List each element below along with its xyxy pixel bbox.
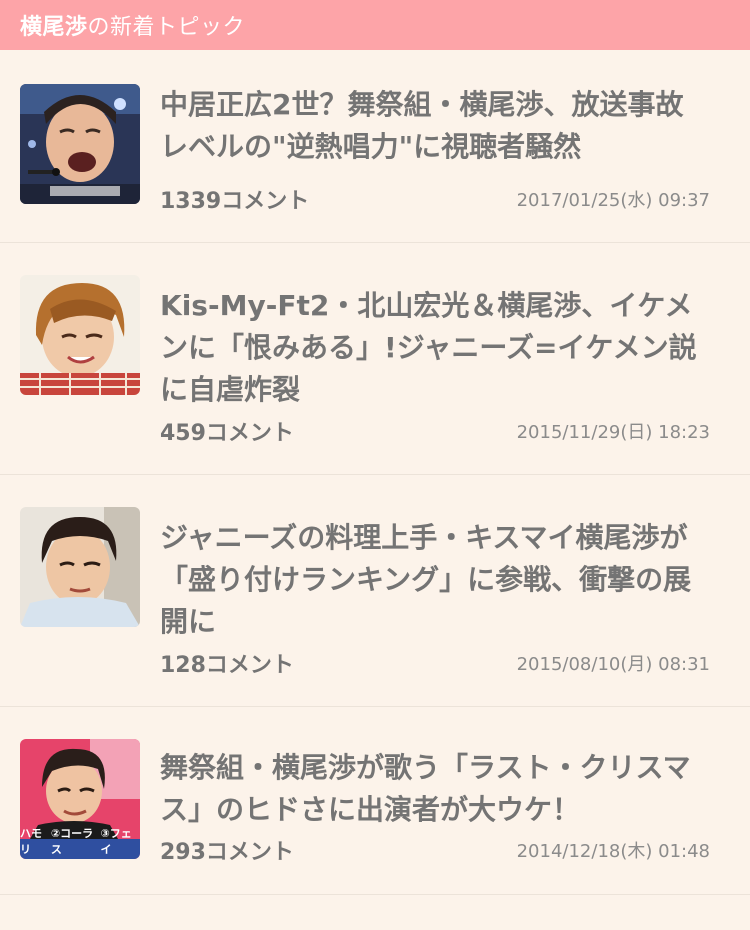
topic-item[interactable]: ジャニーズの料理上手・キスマイ横尾渉が「盛り付けランキング」に参戦、衝撃の展開に… xyxy=(0,475,750,707)
topic-title[interactable]: ジャニーズの料理上手・キスマイ横尾渉が「盛り付けランキング」に参戦、衝撃の展開に xyxy=(160,517,710,643)
thumbnail-caption-part: ③フェイ xyxy=(100,827,132,856)
topic-list: 中居正広2世？舞祭組・横尾渉、放送事故レベルの"逆熱唱力"に視聴者騒然 1339… xyxy=(0,50,750,895)
post-date: 2014/12/18(木) 01:48 xyxy=(516,841,710,862)
header-title: の新着トピック xyxy=(87,15,246,40)
post-date: 2015/08/10(月) 08:31 xyxy=(516,654,710,675)
topic-thumbnail[interactable] xyxy=(20,275,140,395)
topic-thumbnail[interactable] xyxy=(20,84,140,204)
comment-count: 293コメント xyxy=(160,840,294,865)
post-date: 2015/11/29(日) 18:23 xyxy=(516,422,710,443)
thumbnail-caption: ハモリ ②コーラス ③フェイ xyxy=(20,825,140,857)
thumbnail-caption-part: ハモリ xyxy=(20,827,42,856)
post-date: 2017/01/25(水) 09:37 xyxy=(516,190,710,211)
topic-thumbnail[interactable]: ハモリ ②コーラス ③フェイ xyxy=(20,739,140,859)
topic-title[interactable]: 舞祭組・横尾渉が歌う「ラスト・クリスマス」のヒドさに出演者が大ウケ！ xyxy=(160,747,710,831)
page-header: 横尾渉 の新着トピック xyxy=(0,0,750,50)
comment-count: 459コメント xyxy=(160,421,294,446)
topic-thumbnail[interactable] xyxy=(20,507,140,627)
topic-item[interactable]: Kis-My-Ft2・北山宏光＆横尾渉、イケメンに「恨みある」!ジャニーズ=イケ… xyxy=(0,243,750,475)
topic-item[interactable]: ハモリ ②コーラス ③フェイ 舞祭組・横尾渉が歌う「ラスト・クリスマス」のヒドさ… xyxy=(0,707,750,895)
comment-count: 128コメント xyxy=(160,653,294,678)
portrait-photo-icon xyxy=(20,507,140,627)
thumbnail-caption-part: ②コーラス xyxy=(50,827,94,856)
header-name: 横尾渉 xyxy=(20,15,88,40)
comment-count: 1339コメント xyxy=(160,189,310,214)
topic-title[interactable]: 中居正広2世？舞祭組・横尾渉、放送事故レベルの"逆熱唱力"に視聴者騒然 xyxy=(160,84,710,168)
portrait-photo-icon xyxy=(20,275,140,395)
singer-photo-icon xyxy=(20,84,140,204)
topic-item[interactable]: 中居正広2世？舞祭組・横尾渉、放送事故レベルの"逆熱唱力"に視聴者騒然 1339… xyxy=(0,50,750,243)
topic-title[interactable]: Kis-My-Ft2・北山宏光＆横尾渉、イケメンに「恨みある」!ジャニーズ=イケ… xyxy=(160,285,710,411)
